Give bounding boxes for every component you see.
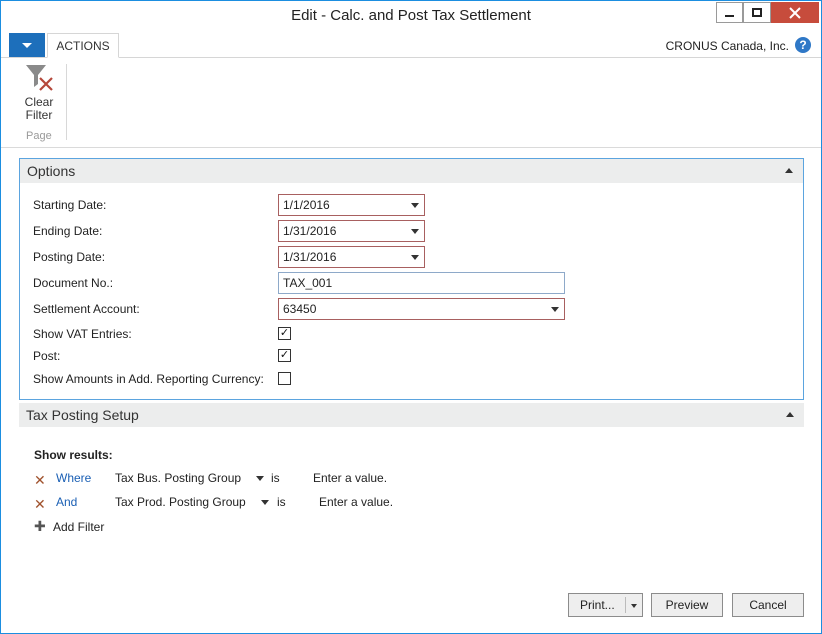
options-title: Options xyxy=(27,163,76,179)
post-label: Post: xyxy=(33,349,61,363)
filter-value-input[interactable]: Enter a value. xyxy=(313,471,387,485)
preview-button[interactable]: Preview xyxy=(651,593,723,617)
posting-date-label: Posting Date: xyxy=(33,250,106,264)
chevron-down-icon[interactable] xyxy=(261,500,269,505)
starting-date-label: Starting Date: xyxy=(33,198,107,212)
document-no-value: TAX_001 xyxy=(283,276,333,290)
ending-date-label: Ending Date: xyxy=(33,224,103,238)
maximize-button[interactable] xyxy=(743,2,771,23)
posting-date-value: 1/31/2016 xyxy=(283,250,337,264)
ribbon-panel: Clear Filter Page xyxy=(1,58,821,148)
ribbon-group-divider xyxy=(66,64,67,140)
starting-date-field[interactable]: 1/1/2016 xyxy=(278,194,425,216)
settlement-account-field[interactable]: 63450 xyxy=(278,298,565,320)
window-title: Edit - Calc. and Post Tax Settlement xyxy=(291,7,531,24)
add-filter-label: Add Filter xyxy=(53,520,105,534)
dialog-window: Edit - Calc. and Post Tax Settlement ACT… xyxy=(0,0,822,634)
filter-field[interactable]: Tax Bus. Posting Group xyxy=(115,471,241,485)
ending-date-field[interactable]: 1/31/2016 xyxy=(278,220,425,242)
tax-posting-setup-title: Tax Posting Setup xyxy=(26,407,139,423)
minimize-button[interactable] xyxy=(716,2,743,23)
document-no-label: Document No.: xyxy=(33,276,114,290)
chevron-down-icon[interactable] xyxy=(256,476,264,481)
help-icon[interactable]: ? xyxy=(795,37,811,53)
maximize-icon xyxy=(752,8,762,17)
cancel-button[interactable]: Cancel xyxy=(732,593,804,617)
show-vat-entries-checkbox[interactable]: ✓ xyxy=(278,327,291,340)
chevron-down-icon[interactable] xyxy=(631,604,637,608)
print-split-divider xyxy=(625,597,626,613)
collapse-icon[interactable] xyxy=(785,168,793,173)
company-name: CRONUS Canada, Inc. xyxy=(665,39,789,53)
settlement-account-label: Settlement Account: xyxy=(33,302,140,316)
remove-filter-icon[interactable]: ✕ xyxy=(34,496,46,513)
filter-keyword[interactable]: And xyxy=(56,495,77,509)
post-checkbox[interactable]: ✓ xyxy=(278,349,291,362)
chevron-down-icon xyxy=(22,42,32,48)
show-vat-entries-label: Show VAT Entries: xyxy=(33,327,132,341)
filter-value-input[interactable]: Enter a value. xyxy=(319,495,393,509)
title-bar: Edit - Calc. and Post Tax Settlement xyxy=(1,1,821,32)
document-no-field[interactable]: TAX_001 xyxy=(278,272,565,294)
options-section: Options Starting Date: 1/1/2016 Ending D… xyxy=(19,158,804,400)
tax-posting-setup-header[interactable]: Tax Posting Setup xyxy=(19,403,804,427)
chevron-down-icon[interactable] xyxy=(411,255,419,260)
clear-filter-label-2: Filter xyxy=(25,108,53,122)
minimize-icon xyxy=(725,14,734,17)
app-menu-button[interactable] xyxy=(9,33,45,57)
filter-keyword[interactable]: Where xyxy=(56,471,91,485)
chevron-down-icon[interactable] xyxy=(411,203,419,208)
filter-operator: is xyxy=(271,471,280,485)
starting-date-value: 1/1/2016 xyxy=(283,198,330,212)
show-amounts-label: Show Amounts in Add. Reporting Currency: xyxy=(33,372,264,386)
close-icon xyxy=(789,6,801,19)
remove-filter-icon[interactable]: ✕ xyxy=(34,472,46,489)
collapse-icon[interactable] xyxy=(786,412,794,417)
filter-field[interactable]: Tax Prod. Posting Group xyxy=(115,495,246,509)
print-label: Print... xyxy=(580,598,615,612)
filter-row: ✕ Where Tax Bus. Posting Group is Enter … xyxy=(34,471,414,489)
show-amounts-checkbox[interactable] xyxy=(278,372,291,385)
ending-date-value: 1/31/2016 xyxy=(283,224,337,238)
clear-filter-button[interactable]: Clear Filter xyxy=(19,62,59,122)
options-header[interactable]: Options xyxy=(20,159,803,183)
settlement-account-value: 63450 xyxy=(283,302,317,316)
close-button[interactable] xyxy=(771,2,819,23)
filter-operator: is xyxy=(277,495,286,509)
chevron-down-icon[interactable] xyxy=(411,229,419,234)
chevron-down-icon[interactable] xyxy=(551,307,559,312)
posting-date-field[interactable]: 1/31/2016 xyxy=(278,246,425,268)
ribbon-group-label: Page xyxy=(26,130,52,142)
show-results-label: Show results: xyxy=(34,448,113,462)
clear-filter-icon xyxy=(23,62,55,94)
tab-actions[interactable]: ACTIONS xyxy=(47,33,119,58)
print-button[interactable]: Print... xyxy=(568,593,643,617)
ribbon-tab-strip: ACTIONS CRONUS Canada, Inc. ? xyxy=(1,33,821,58)
plus-icon: ✚ xyxy=(34,518,46,534)
tax-posting-setup-section: Tax Posting Setup xyxy=(19,403,804,427)
filter-row: ✕ And Tax Prod. Posting Group is Enter a… xyxy=(34,495,414,513)
